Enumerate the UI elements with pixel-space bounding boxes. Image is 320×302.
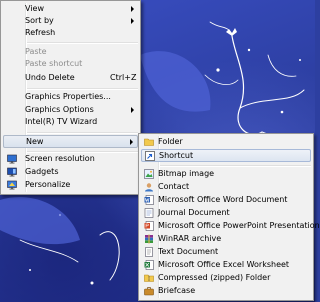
menu-item-gadgets-label: Gadgets	[25, 167, 59, 176]
menu-item-undo-delete-accelerator: Ctrl+Z	[110, 73, 137, 82]
submenu-item-label: Journal Document	[158, 208, 230, 217]
submenu-item-label: Folder	[158, 137, 183, 146]
menu-item-paste-label: Paste	[25, 47, 47, 56]
menu-item-graphics-properties[interactable]: Graphics Properties...	[3, 91, 138, 103]
menu-item-personalize[interactable]: Personalize	[3, 179, 138, 191]
folder-icon	[144, 138, 154, 146]
submenu-arrow-icon	[131, 18, 134, 24]
menu-item-view[interactable]: View	[3, 3, 138, 15]
menu-item-screen-resolution[interactable]: Screen resolution	[3, 153, 138, 165]
submenu-item-bitmap-image[interactable]: Bitmap image	[141, 168, 311, 180]
briefcase-icon	[144, 287, 154, 296]
text-document-icon	[145, 247, 153, 257]
menu-item-refresh-label: Refresh	[25, 28, 56, 37]
submenu-item-briefcase[interactable]: Briefcase	[141, 285, 311, 297]
submenu-item-label: Microsoft Office PowerPoint Presentation	[158, 221, 320, 230]
zip-folder-icon	[144, 274, 154, 282]
menu-item-undo-delete-label: Undo Delete	[25, 73, 75, 82]
menu-separator	[160, 165, 311, 167]
submenu-arrow-icon	[131, 107, 134, 113]
submenu-item-label: Briefcase	[158, 286, 196, 295]
submenu-item-excel-worksheet[interactable]: Microsoft Office Excel Worksheet	[141, 259, 311, 271]
submenu-item-label: Contact	[158, 182, 190, 191]
submenu-item-label: Bitmap image	[158, 169, 215, 178]
submenu-arrow-icon	[130, 139, 133, 145]
contact-icon	[145, 183, 153, 192]
word-icon	[144, 195, 154, 205]
submenu-item-shortcut[interactable]: Shortcut	[141, 149, 311, 162]
menu-item-sort-by[interactable]: Sort by	[3, 15, 138, 27]
submenu-item-folder[interactable]: Folder	[141, 136, 311, 148]
submenu-item-label: WinRAR archive	[158, 234, 222, 243]
menu-item-undo-delete[interactable]: Undo Delete Ctrl+Z	[3, 72, 138, 84]
submenu-arrow-icon	[131, 6, 134, 12]
bitmap-icon	[144, 169, 154, 179]
shortcut-icon	[145, 151, 155, 161]
excel-icon	[144, 260, 154, 270]
menu-separator	[27, 88, 138, 90]
submenu-item-label: Microsoft Office Word Document	[158, 195, 288, 204]
winrar-icon	[145, 234, 153, 244]
submenu-item-label: Microsoft Office Excel Worksheet	[158, 260, 290, 269]
submenu-item-winrar-archive[interactable]: WinRAR archive	[141, 233, 311, 245]
menu-item-new[interactable]: New	[3, 135, 138, 148]
menu-item-paste[interactable]: Paste	[3, 46, 138, 58]
menu-item-paste-shortcut[interactable]: Paste shortcut	[3, 58, 138, 70]
menu-separator	[27, 42, 138, 44]
submenu-item-label: Compressed (zipped) Folder	[158, 273, 271, 282]
menu-item-graphics-options[interactable]: Graphics Options	[3, 104, 138, 116]
menu-item-view-label: View	[25, 4, 44, 13]
submenu-item-journal-document[interactable]: Journal Document	[141, 207, 311, 219]
submenu-item-label: Text Document	[158, 247, 219, 256]
menu-item-refresh[interactable]: Refresh	[3, 27, 138, 39]
menu-item-personalize-label: Personalize	[25, 180, 71, 189]
menu-item-sort-by-label: Sort by	[25, 16, 54, 25]
submenu-item-contact[interactable]: Contact	[141, 181, 311, 193]
submenu-item-compressed-folder[interactable]: Compressed (zipped) Folder	[141, 272, 311, 284]
menu-item-intel-tv-wizard-label: Intel(R) TV Wizard	[25, 117, 98, 126]
menu-item-graphics-options-label: Graphics Options	[25, 105, 94, 114]
menu-item-new-label: New	[26, 136, 44, 146]
submenu-item-word-document[interactable]: Microsoft Office Word Document	[141, 194, 311, 206]
menu-item-graphics-properties-label: Graphics Properties...	[25, 92, 111, 101]
screen-resolution-icon	[7, 154, 17, 164]
submenu-item-label: Shortcut	[159, 150, 194, 160]
submenu-item-text-document[interactable]: Text Document	[141, 246, 311, 258]
menu-separator	[27, 132, 138, 134]
personalize-icon	[7, 180, 17, 190]
submenu-item-powerpoint-presentation[interactable]: Microsoft Office PowerPoint Presentation	[141, 220, 320, 232]
menu-item-intel-tv-wizard[interactable]: Intel(R) TV Wizard	[3, 116, 138, 128]
desktop-context-menu: View Sort by Refresh Paste Paste shortcu…	[0, 0, 141, 195]
gadgets-icon	[7, 167, 17, 177]
menu-item-gadgets[interactable]: Gadgets	[3, 166, 138, 178]
new-submenu: Folder Shortcut Bitmap image Contact Mic…	[138, 133, 320, 301]
powerpoint-icon	[144, 221, 154, 231]
journal-icon	[144, 208, 154, 218]
menu-item-screen-resolution-label: Screen resolution	[25, 154, 95, 163]
menu-item-paste-shortcut-label: Paste shortcut	[25, 59, 83, 68]
